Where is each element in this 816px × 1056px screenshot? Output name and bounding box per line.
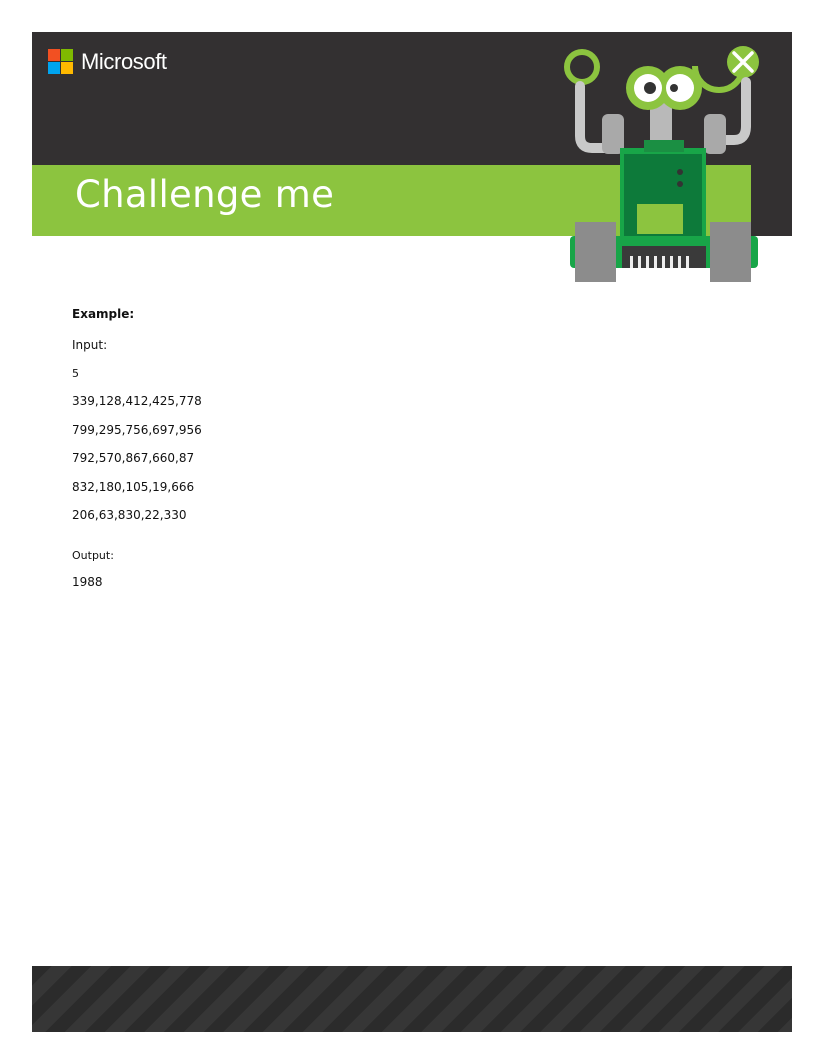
input-row: 206,63,830,22,330 [72,508,187,522]
input-row: 339,128,412,425,778 [72,394,202,408]
page-title: Challenge me [75,173,335,216]
output-label: Output: [72,549,114,562]
input-label: Input: [72,338,108,352]
windows-logo-icon [48,49,74,75]
input-row: 792,570,867,660,87 [72,451,195,465]
microsoft-logo: Microsoft [48,49,167,75]
ring-icon [564,49,600,85]
robot-illustration [564,46,759,282]
input-row: 832,180,105,19,666 [72,480,195,494]
input-row: 799,295,756,697,956 [72,423,202,437]
example-label: Example: [72,307,135,321]
input-count: 5 [72,367,79,380]
output-value: 1988 [72,575,103,589]
footer-band [32,966,792,1032]
brand-name: Microsoft [81,49,167,74]
